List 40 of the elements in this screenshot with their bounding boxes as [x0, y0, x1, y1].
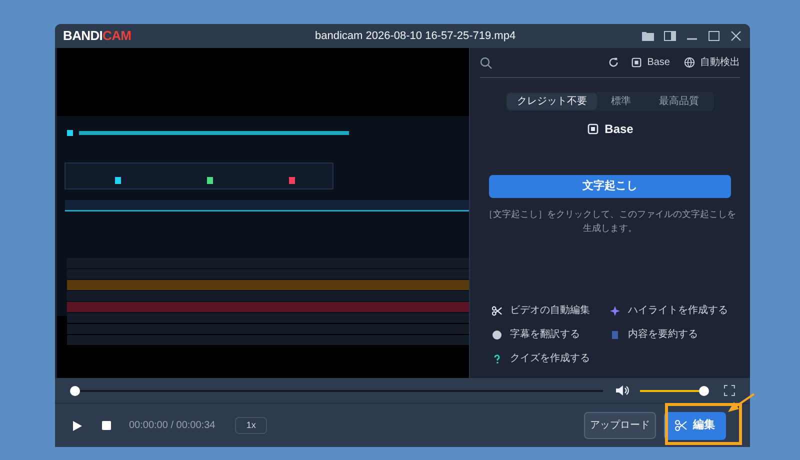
play-icon[interactable]	[73, 420, 82, 430]
chip-icon	[586, 123, 599, 135]
description-text: ［文字起こし］をクリックして、このファイルの文字起こしを生成します。	[483, 208, 737, 235]
volume-thumb[interactable]	[698, 386, 709, 396]
question-icon	[492, 354, 502, 364]
scissors-icon	[492, 306, 502, 316]
feature-link[interactable]: 内容を要約する	[628, 327, 698, 342]
maximize-icon[interactable]	[708, 31, 720, 41]
quality-tab[interactable]: 最高品質	[645, 93, 713, 110]
time-display: 00:00:00 / 00:00:34	[129, 419, 216, 433]
transcribe-button[interactable]: 文字起こし	[489, 175, 731, 198]
quality-tab[interactable]: 標準	[597, 93, 645, 110]
window-title: bandicam 2026-08-10 16-57-25-719.mp4	[315, 28, 516, 44]
speed-button[interactable]: 1x	[235, 417, 268, 434]
feature-link[interactable]: 字幕を翻訳する	[510, 327, 580, 342]
globe-icon	[684, 57, 695, 68]
circle-icon	[492, 330, 502, 340]
folder-icon[interactable]	[642, 31, 654, 41]
search-icon[interactable]	[480, 56, 492, 68]
chip-icon	[631, 57, 642, 68]
sparkle-icon	[610, 306, 620, 316]
edit-button[interactable]: 編集	[664, 412, 726, 440]
pointer-arrow	[727, 393, 755, 415]
refresh-icon[interactable]	[608, 57, 620, 68]
model-button[interactable]: Base	[631, 55, 670, 70]
model-label: Base	[604, 121, 634, 138]
language-button[interactable]: 自動検出	[684, 55, 740, 70]
volume-icon[interactable]	[616, 385, 629, 396]
document-icon	[610, 330, 620, 340]
panel-icon[interactable]	[664, 31, 676, 41]
quality-tab[interactable]: クレジット不要	[507, 93, 597, 110]
feature-link[interactable]: ハイライトを作成する	[628, 303, 728, 318]
scissors-icon	[675, 420, 687, 431]
feature-link[interactable]: ビデオの自動編集	[510, 303, 590, 318]
close-icon[interactable]	[730, 31, 742, 41]
seek-thumb[interactable]	[70, 386, 80, 396]
upload-button[interactable]: アップロード	[584, 412, 656, 439]
feature-link[interactable]: クイズを作成する	[510, 351, 590, 366]
logo: BANDICAM	[63, 27, 132, 46]
fullscreen-icon[interactable]	[724, 385, 735, 396]
